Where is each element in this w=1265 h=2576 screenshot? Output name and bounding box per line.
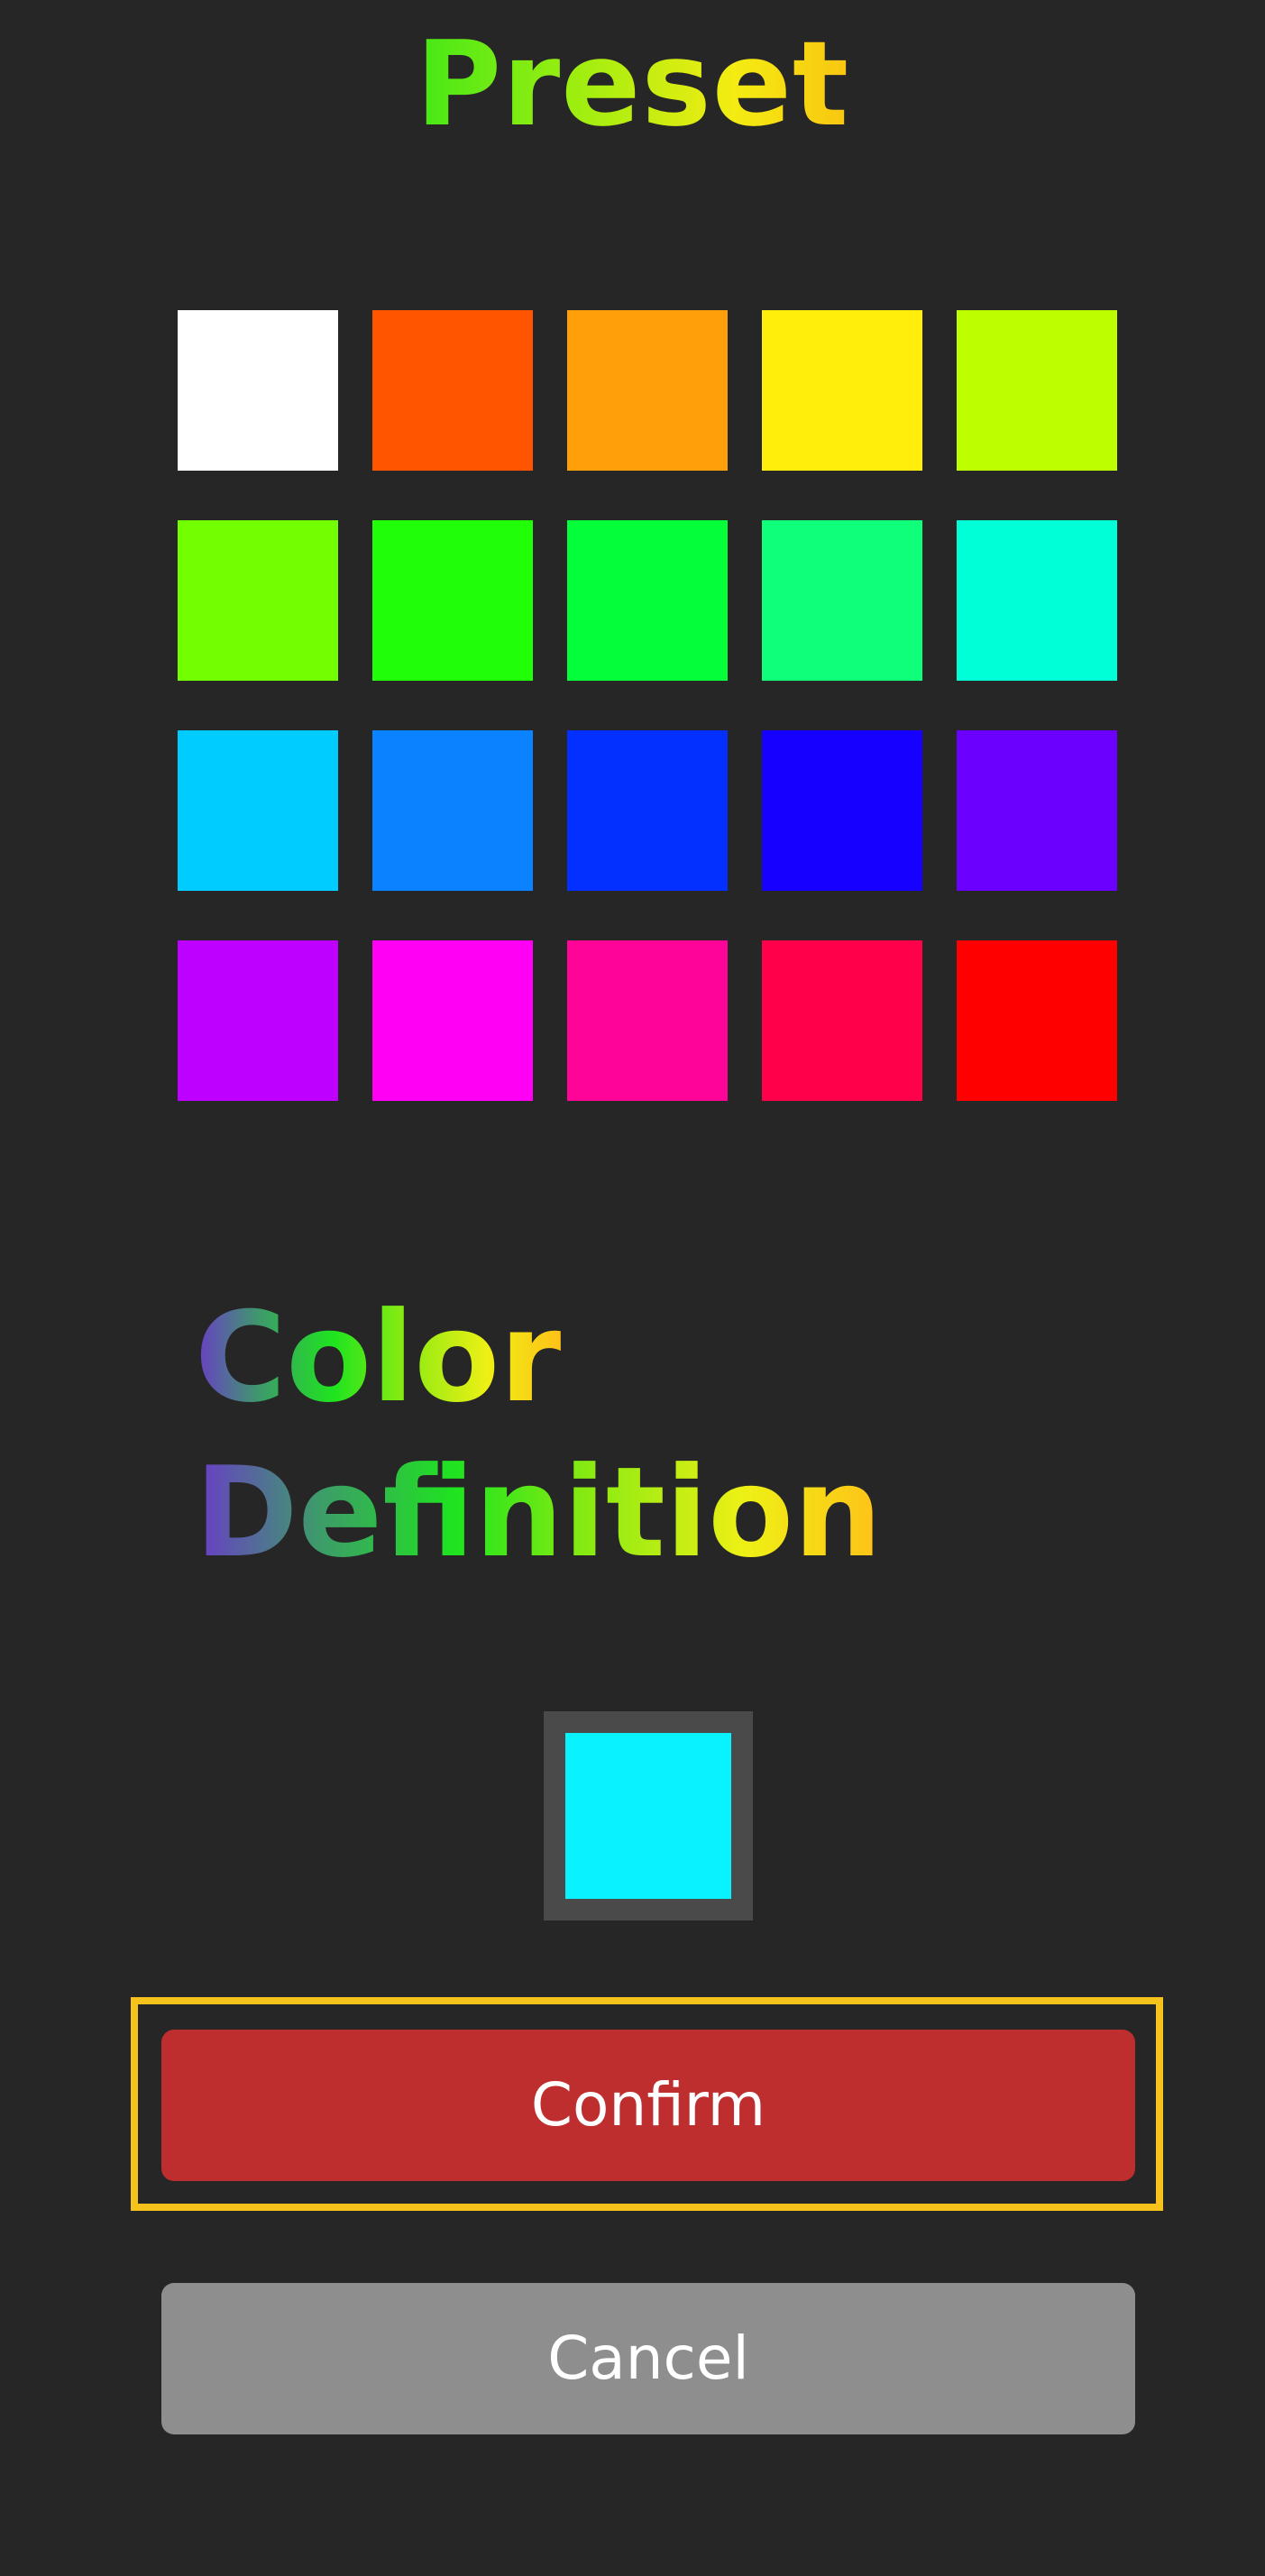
swatch-red[interactable] bbox=[957, 940, 1117, 1101]
preset-swatch-grid bbox=[178, 310, 1117, 1101]
swatch-chartreuse[interactable] bbox=[178, 520, 338, 681]
swatch-magenta[interactable] bbox=[372, 940, 533, 1101]
confirm-button[interactable]: Confirm bbox=[161, 2030, 1135, 2181]
swatch-lime[interactable] bbox=[957, 310, 1117, 471]
swatch-yellow[interactable] bbox=[762, 310, 922, 471]
swatch-orange-red[interactable] bbox=[372, 310, 533, 471]
swatch-blue[interactable] bbox=[567, 730, 728, 891]
swatch-purple[interactable] bbox=[178, 940, 338, 1101]
swatch-azure[interactable] bbox=[372, 730, 533, 891]
swatch-sky-blue[interactable] bbox=[178, 730, 338, 891]
color-definition-title-line2: Definition bbox=[195, 1435, 882, 1591]
swatch-crimson[interactable] bbox=[762, 940, 922, 1101]
color-definition-title-line1: Color bbox=[195, 1280, 561, 1435]
swatch-deep-blue[interactable] bbox=[762, 730, 922, 891]
cancel-button[interactable]: Cancel bbox=[161, 2283, 1135, 2434]
swatch-bright-green[interactable] bbox=[567, 520, 728, 681]
preset-title: Preset bbox=[0, 16, 1265, 151]
swatch-orange[interactable] bbox=[567, 310, 728, 471]
swatch-white[interactable] bbox=[178, 310, 338, 471]
swatch-pink[interactable] bbox=[567, 940, 728, 1101]
color-definition-title: Color Definition bbox=[195, 1280, 882, 1591]
swatch-spring-green[interactable] bbox=[762, 520, 922, 681]
swatch-green[interactable] bbox=[372, 520, 533, 681]
swatch-violet[interactable] bbox=[957, 730, 1117, 891]
current-color-preview[interactable] bbox=[544, 1711, 753, 1921]
current-color-swatch bbox=[565, 1733, 731, 1899]
swatch-aqua[interactable] bbox=[957, 520, 1117, 681]
